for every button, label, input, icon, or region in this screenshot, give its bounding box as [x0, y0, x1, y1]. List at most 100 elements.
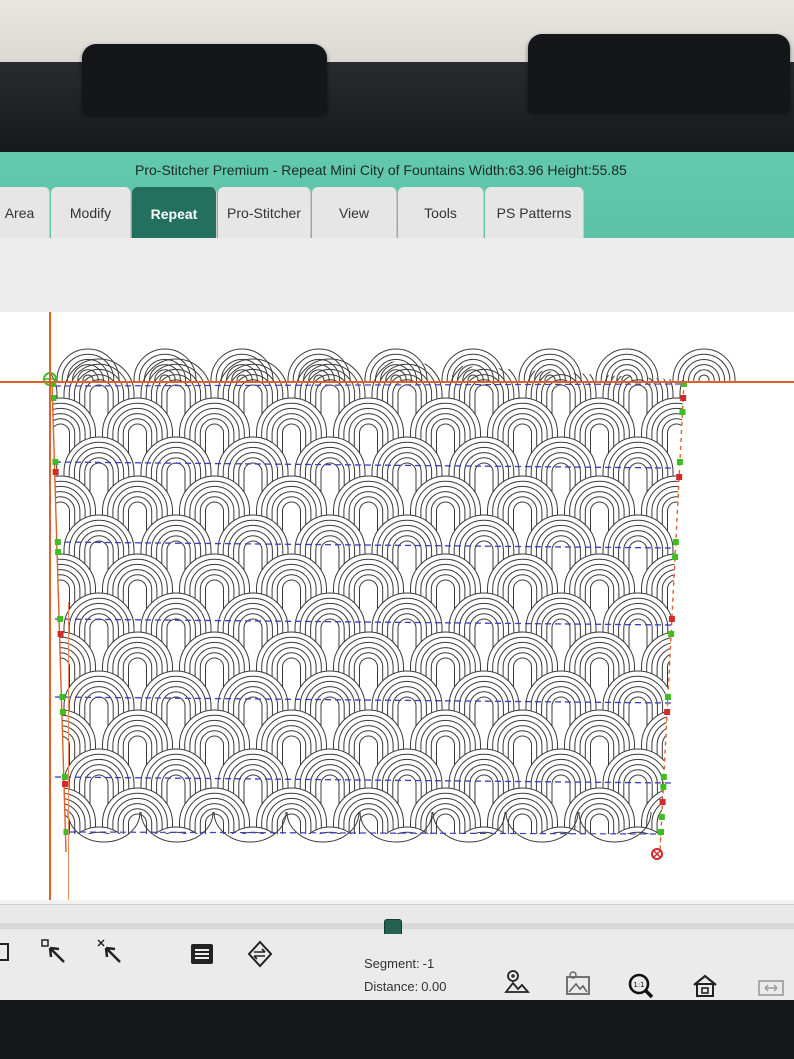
arch-motif: [739, 809, 767, 845]
top-arch-motif: [688, 364, 720, 382]
horizontal-guide-line: [0, 381, 794, 383]
background-image-icon[interactable]: [564, 970, 592, 998]
tab-tools[interactable]: Tools: [398, 187, 484, 238]
arch-motif: [13, 853, 31, 884]
arch-motif: [656, 803, 684, 845]
arch-motif: [685, 364, 745, 416]
arch-motif: [0, 570, 3, 611]
arch-motif: [719, 710, 789, 767]
edge-node: [668, 631, 675, 637]
arch-motif: [0, 637, 13, 689]
segment-readout: Segment: -1: [364, 956, 434, 971]
arch-motif: [0, 710, 19, 767]
select-arrow-icon[interactable]: [40, 938, 68, 966]
arch-motif: [0, 715, 13, 767]
arch-motif: [706, 463, 724, 494]
arch-motif: [3, 687, 42, 728]
arch-motif: [50, 363, 53, 416]
arch-motif: [739, 731, 767, 767]
select-node-icon[interactable]: [0, 938, 20, 966]
home-icon[interactable]: [691, 972, 719, 1000]
zoom-image-icon[interactable]: [503, 968, 531, 996]
arch-motif: [719, 554, 789, 611]
arch-motif: [685, 754, 745, 806]
tab-view[interactable]: View: [312, 187, 397, 238]
edge-node: [54, 539, 61, 545]
tab-repeat[interactable]: Repeat: [132, 187, 217, 240]
edge-node: [672, 539, 679, 545]
arch-motif: [696, 687, 735, 728]
edge-node: [59, 694, 66, 700]
arch-motif: [729, 408, 778, 455]
monitor-clip-right: [528, 34, 790, 112]
arch-motif: [0, 554, 19, 611]
arch-motif: [685, 598, 745, 650]
arch-motif: [745, 502, 763, 533]
arch-motif: [696, 531, 735, 572]
arch-motif: [724, 715, 784, 767]
arch-motif: [724, 481, 784, 533]
arch-motif: [0, 726, 3, 767]
arch-motif: [0, 486, 8, 533]
arch-motif: [690, 759, 739, 806]
quilt-pattern: [0, 348, 789, 884]
arch-motif: [734, 726, 773, 767]
arch-motif: [0, 681, 47, 728]
arch-motif: [696, 609, 735, 650]
arch-motif: [667, 735, 684, 767]
arch-motif: [739, 653, 767, 689]
tab-strip: Area Modify Repeat Pro-Stitcher View Too…: [0, 187, 794, 240]
edge-node: [59, 709, 66, 715]
arch-motif: [734, 570, 773, 611]
edge-node: [61, 774, 68, 780]
edge-node: [659, 799, 666, 805]
arch-motif: [0, 804, 3, 845]
tab-area[interactable]: Area: [0, 187, 50, 238]
svg-text:1:1: 1:1: [633, 981, 644, 989]
arch-motif: [50, 753, 53, 806]
arch-motif: [690, 681, 739, 728]
arch-motif: [719, 398, 789, 455]
arch-motif: [696, 453, 735, 494]
zoom-1to1-icon[interactable]: 1:1: [627, 972, 655, 1000]
arch-motif: [0, 492, 3, 533]
edge-node: [50, 395, 57, 401]
arch-motif: [667, 813, 684, 845]
swap-icon[interactable]: [246, 940, 274, 968]
arch-motif: [739, 497, 767, 533]
arch-motif: [745, 814, 763, 845]
arch-motif: [701, 614, 729, 650]
arch-motif: [50, 831, 53, 852]
arch-motif: [50, 675, 53, 728]
arch-motif: [724, 793, 784, 845]
arch-motif: [3, 609, 42, 650]
arch-motif: [0, 403, 13, 455]
monitor-clip-left: [82, 44, 327, 114]
deselect-arrow-icon[interactable]: [96, 938, 124, 966]
arch-motif: [0, 408, 8, 455]
arch-motif: [696, 843, 735, 884]
tab-modify[interactable]: Modify: [51, 187, 131, 238]
arch-motif: [0, 642, 8, 689]
arch-motif: [734, 648, 773, 689]
arch-motif: [724, 559, 784, 611]
arch-motif: [745, 736, 763, 767]
arch-motif: [701, 458, 729, 494]
edge-node: [680, 395, 687, 401]
arch-motif: [8, 536, 36, 572]
design-canvas[interactable]: [0, 312, 794, 900]
arch-motif: [701, 770, 729, 806]
tab-ps-patterns[interactable]: PS Patterns: [485, 187, 584, 238]
fit-view-icon[interactable]: [756, 974, 784, 1000]
arch-motif: [8, 380, 36, 416]
arch-motif: [50, 441, 53, 494]
arch-motif: [685, 832, 745, 884]
arch-motif: [679, 826, 684, 852]
arch-motif: [701, 380, 729, 416]
edge-node: [55, 549, 62, 555]
arch-motif: [679, 592, 684, 650]
title-bar: Pro-Stitcher Premium - Repeat Mini City …: [0, 152, 794, 240]
tab-pro-stitcher[interactable]: Pro-Stitcher: [218, 187, 311, 238]
arch-motif: [706, 853, 724, 884]
stitch-list-icon[interactable]: [188, 940, 216, 968]
